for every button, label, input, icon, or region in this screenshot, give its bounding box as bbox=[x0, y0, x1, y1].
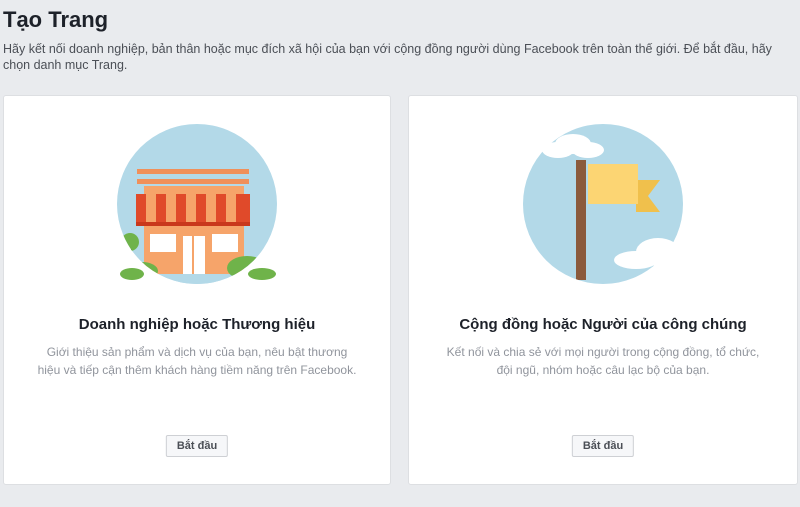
card-description: Giới thiệu sản phẩm và dịch vụ của bạn, … bbox=[37, 345, 357, 377]
card-description: Kết nối và chia sẻ với mọi người trong c… bbox=[446, 345, 760, 377]
get-started-button[interactable]: Bắt đầu bbox=[165, 435, 229, 457]
get-started-button[interactable]: Bắt đầu bbox=[571, 435, 635, 457]
page-description: Hãy kết nối doanh nghiệp, bản thân hoặc … bbox=[3, 42, 772, 72]
community-public-figure-card[interactable]: Cộng đồng hoặc Người của công chúng Kết … bbox=[408, 95, 798, 485]
storefront-icon bbox=[117, 124, 277, 284]
business-brand-card[interactable]: Doanh nghiệp hoặc Thương hiệu Giới thiệu… bbox=[3, 95, 391, 485]
card-title: Doanh nghiệp hoặc Thương hiệu bbox=[78, 316, 316, 333]
flag-icon bbox=[523, 124, 688, 284]
page-title: Tạo Trang bbox=[3, 7, 109, 32]
card-title: Cộng đồng hoặc Người của công chúng bbox=[459, 316, 747, 333]
